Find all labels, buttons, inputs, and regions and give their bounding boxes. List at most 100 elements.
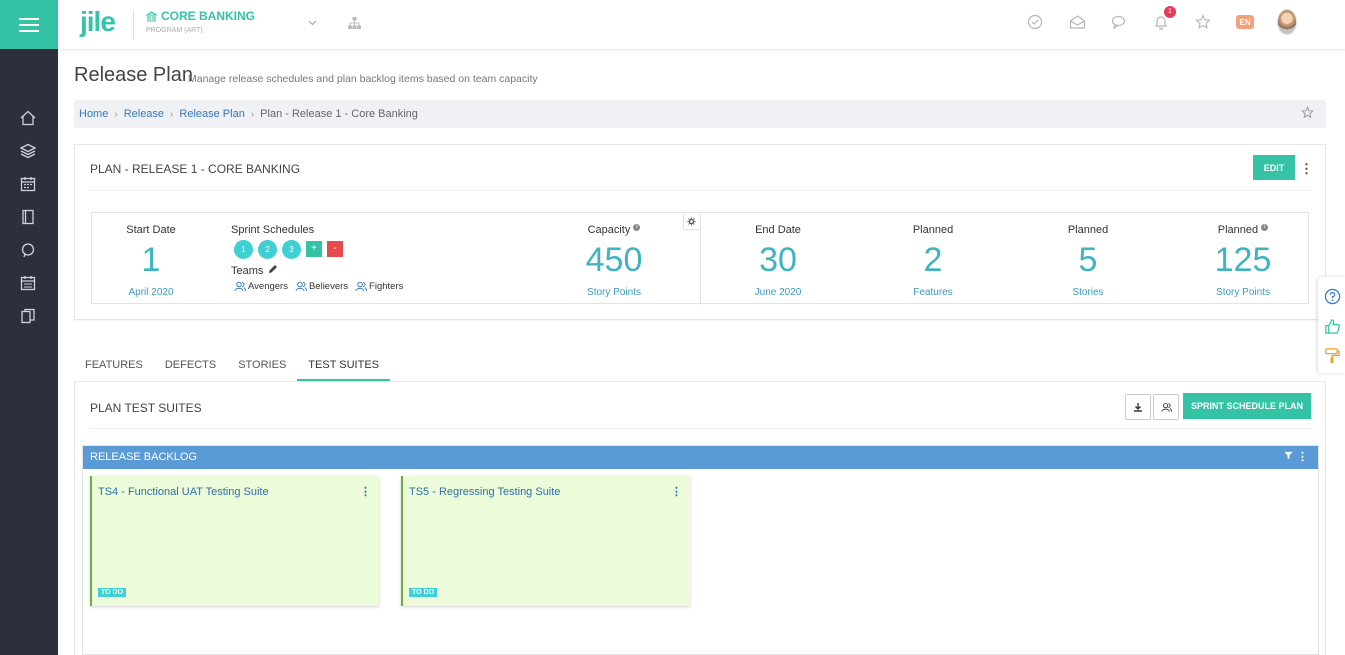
download-icon — [1134, 403, 1142, 412]
planned-features-stat: Planned 2 Features — [871, 213, 995, 305]
assign-users-button[interactable] — [1153, 394, 1179, 420]
download-button[interactable] — [1125, 394, 1151, 420]
check-circle-icon[interactable] — [1025, 12, 1045, 32]
filter-icon[interactable] — [1284, 446, 1293, 469]
sprint-chip[interactable]: 3 — [282, 240, 301, 259]
team-icon — [234, 281, 246, 292]
help-question-icon[interactable] — [1324, 288, 1342, 306]
remove-sprint-button[interactable]: - — [327, 241, 343, 257]
test-suite-card[interactable]: TS5 - Regressing Testing Suite ⋮ TO DO — [401, 476, 690, 606]
notification-count-badge: 1 — [1164, 6, 1176, 18]
planned-points-unit: Story Points — [1216, 287, 1270, 298]
program-selector[interactable]: CORE BANKING — [146, 9, 255, 23]
panel-title: PLAN TEST SUITES — [90, 401, 202, 415]
chat-icon[interactable] — [19, 241, 39, 261]
edit-button[interactable]: EDIT — [1253, 155, 1295, 180]
chevron-right-icon: › — [170, 108, 174, 120]
start-date-label: Start Date — [126, 224, 176, 236]
page-title: Release Plan — [74, 64, 193, 86]
chevron-right-icon: › — [114, 108, 118, 120]
tab-test-suites[interactable]: TEST SUITES — [297, 352, 390, 382]
planned-stories-label: Planned — [1067, 224, 1109, 236]
more-options-icon[interactable]: ⋮ — [1297, 452, 1308, 463]
calendar-icon[interactable] — [19, 175, 39, 195]
breadcrumb: Home › Release › Release Plan › Plan - R… — [74, 100, 1326, 128]
breadcrumb-home[interactable]: Home — [79, 108, 108, 120]
hamburger-icon — [19, 17, 39, 32]
teams-label: Teams — [231, 264, 264, 277]
floating-help-panel — [1318, 277, 1345, 373]
favorite-star-icon[interactable] — [1301, 106, 1314, 122]
breadcrumb-current: Plan - Release 1 - Core Banking — [260, 108, 418, 120]
start-date-stat: Start Date 1 April 2020 — [92, 213, 210, 305]
team-icon — [355, 281, 368, 292]
plan-title: PLAN - RELEASE 1 - CORE BANKING — [90, 162, 301, 176]
hierarchy-icon[interactable] — [347, 16, 362, 33]
star-icon[interactable] — [1193, 12, 1213, 32]
sprint-chip[interactable]: 2 — [258, 240, 277, 259]
bank-icon — [146, 10, 157, 22]
plan-stats: Start Date 1 April 2020 Sprint Schedules… — [91, 212, 1309, 305]
info-icon[interactable]: i — [633, 224, 641, 232]
chevron-right-icon: › — [250, 108, 255, 120]
planned-features-unit: Features — [913, 287, 953, 298]
card-more-options-icon[interactable]: ⋮ — [671, 485, 682, 498]
layers-icon[interactable] — [19, 142, 39, 162]
paint-roller-icon[interactable] — [1324, 347, 1342, 365]
jile-logo[interactable]: jile — [80, 6, 116, 38]
capacity-stat: Capacity i 450 Story Points — [552, 213, 676, 305]
info-icon[interactable]: i — [1261, 224, 1269, 232]
notifications-bell-icon[interactable]: 1 — [1151, 6, 1176, 32]
settings-gear-icon[interactable] — [683, 213, 699, 230]
team-believers[interactable]: Believers — [295, 281, 348, 292]
planned-stories-stat: Planned 5 Stories — [1026, 213, 1150, 305]
card-more-options-icon[interactable]: ⋮ — [360, 485, 371, 498]
user-avatar[interactable] — [1277, 9, 1297, 35]
planned-stories-value: 5 — [1078, 241, 1098, 279]
documents-icon[interactable] — [19, 307, 39, 327]
avatar — [1277, 9, 1297, 35]
book-icon[interactable] — [19, 208, 39, 228]
backlog-title: RELEASE BACKLOG — [90, 451, 197, 463]
chevron-down-icon[interactable] — [308, 17, 317, 29]
thumbs-up-icon[interactable] — [1324, 318, 1342, 336]
start-date-month: April 2020 — [128, 287, 174, 298]
team-avengers[interactable]: Avengers — [234, 281, 288, 292]
plan-tabs: FEATURES DEFECTS STORIES TEST SUITES — [74, 352, 390, 382]
tab-stories[interactable]: STORIES — [227, 352, 297, 382]
card-title[interactable]: TS5 - Regressing Testing Suite — [409, 486, 560, 498]
team-fighters[interactable]: Fighters — [355, 281, 403, 292]
home-icon[interactable] — [19, 109, 39, 129]
divider — [90, 428, 1312, 429]
test-suites-panel: PLAN TEST SUITES SPRINT SCHEDULE PLAN RE… — [74, 382, 1326, 655]
top-bar: jile CORE BANKING PROGRAM (ART) 1 EN — [58, 0, 1345, 49]
test-suite-card[interactable]: TS4 - Functional UAT Testing Suite ⋮ TO … — [90, 476, 379, 606]
language-selector[interactable]: EN — [1235, 12, 1255, 32]
page-subtitle: Manage release schedules and plan backlo… — [188, 73, 538, 85]
end-date-stat: End Date 30 June 2020 — [716, 213, 840, 305]
left-sidebar — [0, 49, 58, 655]
messages-icon[interactable] — [1109, 12, 1129, 32]
sprint-schedules: Sprint Schedules 1 2 3 + - Teams Avenger… — [231, 213, 451, 305]
more-options-icon[interactable]: ⋮ — [1300, 162, 1313, 175]
planned-features-value: 2 — [923, 241, 943, 279]
card-title[interactable]: TS4 - Functional UAT Testing Suite — [98, 486, 269, 498]
backlog-header: RELEASE BACKLOG ⋮ — [83, 446, 1318, 469]
schedule-icon[interactable] — [19, 274, 39, 294]
menu-toggle-button[interactable] — [0, 0, 58, 49]
tab-features[interactable]: FEATURES — [74, 352, 154, 382]
sprint-schedule-plan-button[interactable]: SPRINT SCHEDULE PLAN — [1183, 393, 1311, 419]
inbox-icon[interactable] — [1067, 12, 1087, 32]
breadcrumb-release[interactable]: Release — [124, 108, 164, 120]
capacity-label: Capacity — [587, 224, 631, 236]
breadcrumb-release-plan[interactable]: Release Plan — [179, 108, 244, 120]
program-name: CORE BANKING — [161, 9, 256, 23]
add-sprint-button[interactable]: + — [306, 241, 322, 257]
planned-points-stat: Planned i 125 Story Points — [1181, 213, 1305, 305]
tab-defects[interactable]: DEFECTS — [154, 352, 227, 382]
pencil-icon[interactable] — [268, 264, 278, 277]
divider — [700, 213, 701, 305]
sprint-chip[interactable]: 1 — [234, 240, 253, 259]
status-badge: TO DO — [98, 588, 127, 597]
divider — [133, 10, 134, 40]
